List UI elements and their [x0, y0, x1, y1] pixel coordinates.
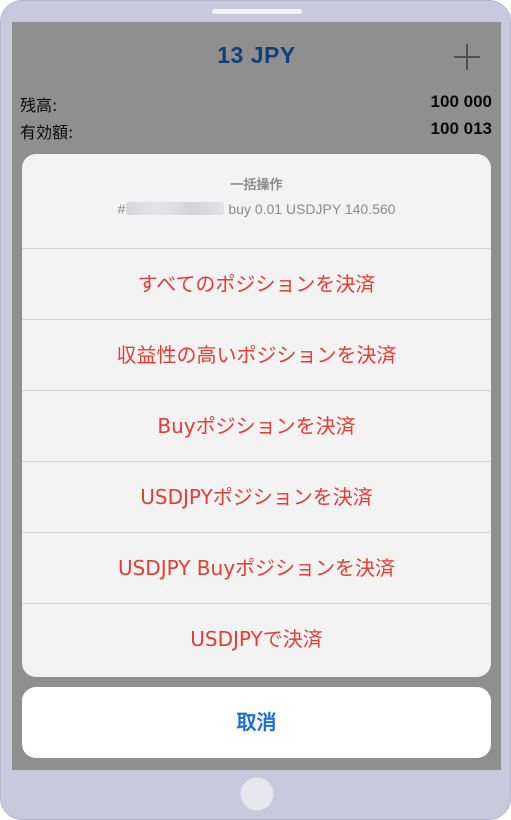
redacted-position-id — [126, 202, 225, 215]
message-prefix: # — [117, 201, 126, 217]
close-profitable-positions-button[interactable]: 収益性の高いポジションを決済 — [22, 320, 491, 391]
close-by-usdjpy-button[interactable]: USDJPYで決済 — [22, 604, 491, 675]
close-usdjpy-buy-positions-button[interactable]: USDJPY Buyポジションを決済 — [22, 533, 491, 604]
cancel-button[interactable]: 取消 — [22, 687, 491, 758]
close-buy-positions-button[interactable]: Buyポジションを決済 — [22, 391, 491, 462]
action-sheet-message: # buy 0.01 USDJPY 140.560 — [22, 201, 491, 217]
device-frame: 13 JPY 残高: 100 000 有効額: 100 013 一括操作 # bu… — [0, 0, 511, 820]
screen: 13 JPY 残高: 100 000 有効額: 100 013 一括操作 # bu… — [12, 22, 501, 770]
close-usdjpy-positions-button[interactable]: USDJPYポジションを決済 — [22, 462, 491, 533]
close-all-positions-button[interactable]: すべてのポジションを決済 — [22, 249, 491, 320]
home-button[interactable] — [240, 777, 274, 811]
action-sheet-title: 一括操作 — [230, 178, 283, 193]
action-sheet: 一括操作 # buy 0.01 USDJPY 140.560 すべてのポジションを… — [22, 154, 491, 677]
speaker-slot — [212, 9, 302, 14]
message-suffix: buy 0.01 USDJPY 140.560 — [228, 201, 396, 217]
action-sheet-header: 一括操作 # buy 0.01 USDJPY 140.560 — [22, 154, 491, 249]
